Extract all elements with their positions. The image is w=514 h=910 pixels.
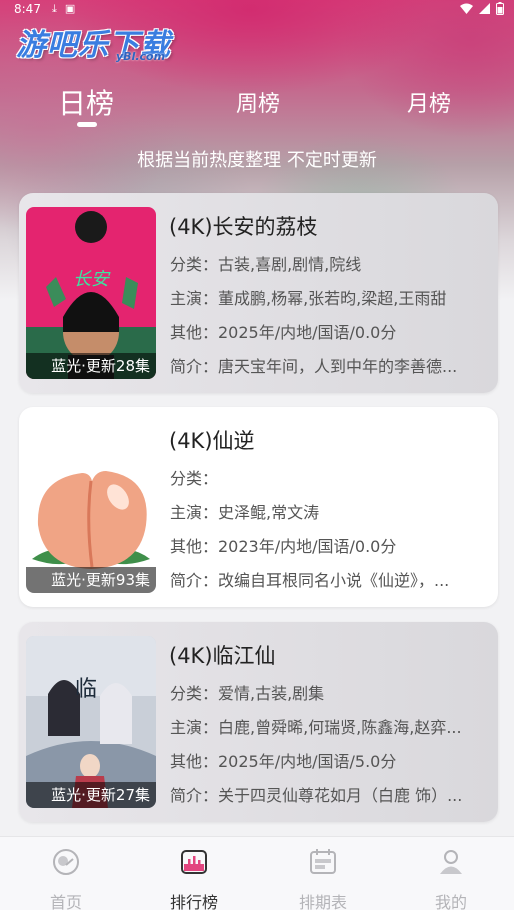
tab-monthly[interactable]: 月榜 — [407, 86, 451, 118]
schedule-icon — [310, 849, 336, 874]
nav-profile-label: 我的 — [434, 893, 467, 910]
item-cast: 主演：董成鹏,杨幂,张若昀,梁超,王雨甜 — [170, 289, 447, 308]
item-cast: 主演：白鹿,曾舜晞,何瑞贤,陈鑫海,赵弈... — [170, 718, 462, 737]
episode-badge: 蓝光·更新28集 — [26, 353, 156, 379]
status-bar: 8:47 ⤓ ▣ — [0, 0, 514, 18]
profile-icon — [440, 850, 462, 874]
nav-home[interactable]: 首页 — [26, 847, 106, 910]
battery-icon — [496, 2, 504, 15]
item-category: 分类：爱情,古装,剧集 — [170, 684, 325, 703]
item-title[interactable]: (4K)临江仙 — [169, 640, 276, 670]
wifi-icon — [460, 3, 473, 14]
tab-indicator — [77, 122, 97, 127]
item-category: 分类：古装,喜剧,剧情,院线 — [170, 255, 362, 274]
logo-sub-text: yBl.com — [116, 50, 166, 63]
tab-weekly[interactable]: 周榜 — [236, 86, 280, 118]
poster-image[interactable]: 蓝光·更新93集 — [26, 421, 156, 593]
bottom-navigation: 首页 排行榜 排期表 我的 — [0, 836, 514, 910]
signal-icon — [479, 3, 490, 14]
list-item[interactable]: 临 蓝光·更新27集 (4K)临江仙 分类：爱情,古装,剧集 主演：白鹿,曾舜晞… — [19, 622, 498, 822]
svg-text:临: 临 — [75, 676, 97, 701]
item-other: 其他：2025年/内地/国语/5.0分 — [170, 752, 397, 771]
poster-image[interactable]: 长安 蓝光·更新28集 — [26, 207, 156, 379]
download-icon: ⤓ — [52, 2, 57, 15]
tab-daily[interactable]: 日榜 — [58, 82, 114, 122]
item-intro: 简介：改编自耳根同名小说《仙逆》，... — [170, 571, 450, 590]
item-title[interactable]: (4K)仙逆 — [169, 425, 255, 455]
nav-schedule[interactable]: 排期表 — [283, 847, 363, 910]
item-title[interactable]: (4K)长安的荔枝 — [169, 211, 318, 241]
nav-profile[interactable]: 我的 — [411, 847, 491, 910]
list-item[interactable]: 蓝光·更新93集 (4K)仙逆 分类： 主演：史泽鲲,常文涛 其他：2023年/… — [19, 407, 498, 607]
episode-badge: 蓝光·更新27集 — [26, 782, 156, 808]
item-cast: 主演：史泽鲲,常文涛 — [170, 503, 320, 522]
ranking-subtitle: 根据当前热度整理 不定时更新 — [137, 150, 377, 171]
item-intro: 简介：关于四灵仙尊花如月（白鹿 饰）... — [170, 786, 463, 805]
list-item[interactable]: 长安 蓝光·更新28集 (4K)长安的荔枝 分类：古装,喜剧,剧情,院线 主演：… — [19, 193, 498, 393]
app-logo: 游吧乐下载 yBl.com — [16, 20, 186, 66]
poster-image[interactable]: 临 蓝光·更新27集 — [26, 636, 156, 808]
item-other: 其他：2023年/内地/国语/0.0分 — [170, 537, 397, 556]
item-other: 其他：2025年/内地/国语/0.0分 — [170, 323, 397, 342]
status-notification-icons: ⤓ ▣ — [52, 2, 75, 16]
nav-home-label: 首页 — [49, 893, 82, 910]
episode-badge: 蓝光·更新93集 — [26, 567, 156, 593]
svg-text:长安: 长安 — [73, 269, 111, 289]
nav-schedule-label: 排期表 — [298, 893, 347, 910]
home-icon — [53, 849, 79, 875]
nav-ranking-label: 排行榜 — [169, 893, 218, 910]
item-intro: 简介：唐天宝年间，人到中年的李善德... — [170, 357, 458, 376]
status-system-icons — [460, 2, 504, 15]
status-time: 8:47 — [14, 2, 41, 16]
ranking-icon — [181, 850, 207, 874]
item-category: 分类： — [170, 469, 219, 488]
nav-ranking[interactable]: 排行榜 — [154, 847, 234, 910]
notification-icon: ▣ — [64, 2, 76, 15]
